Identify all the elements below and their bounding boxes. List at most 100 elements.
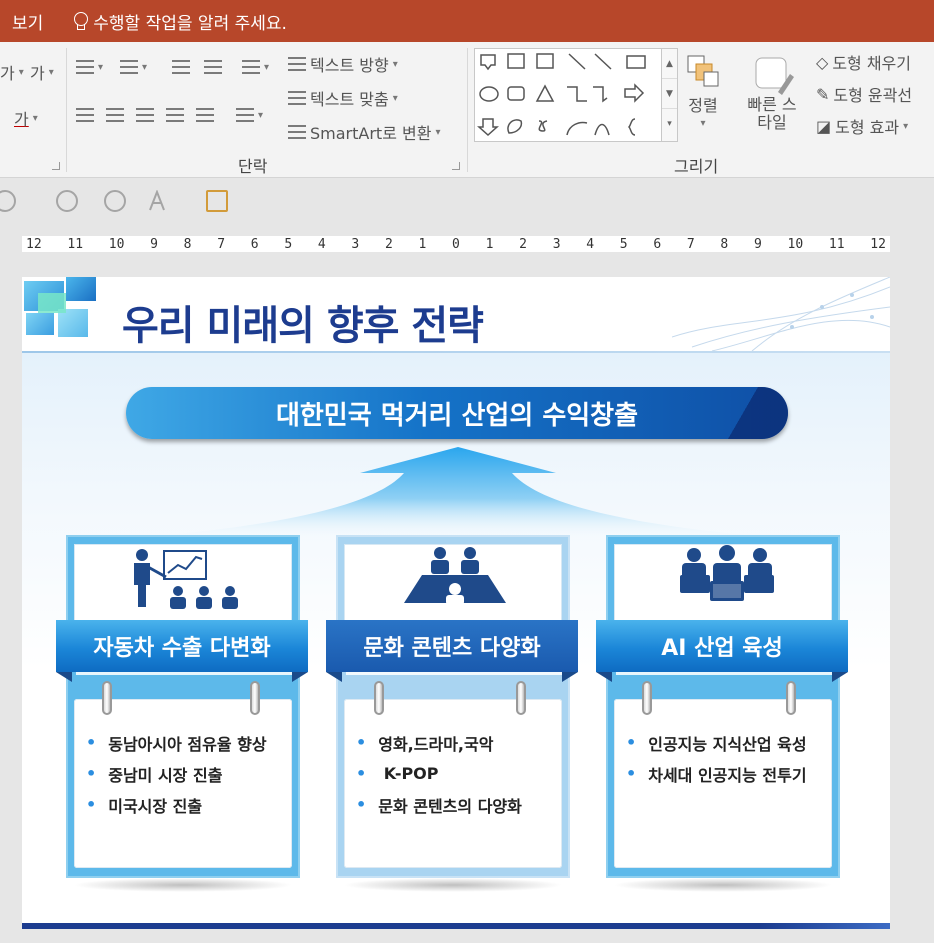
ruler-tick-label: 10: [108, 236, 125, 252]
shapes-gallery[interactable]: ▲ ▼ ▾: [474, 48, 678, 142]
shape-effects-icon: ◪: [816, 116, 832, 136]
title-underline: [22, 351, 890, 353]
lightbulb-icon: [73, 12, 89, 30]
increase-indent-icon: [204, 60, 222, 74]
logo-block-5: [38, 293, 66, 313]
slide[interactable]: 우리 미래의 향후 전략 대한민국 먹거리 산업의 수익창출 자동차 수출 다변…: [22, 277, 890, 929]
paragraph-group-label: 단락: [238, 157, 268, 176]
binder-ring: [102, 681, 112, 715]
goal-pill[interactable]: 대한민국 먹거리 산업의 수익창출: [126, 387, 788, 439]
decrease-indent-icon: [172, 60, 190, 74]
chevron-down-icon: ▾: [32, 112, 38, 124]
format-painter-icon[interactable]: [206, 190, 228, 212]
gallery-more-icon[interactable]: ▾: [662, 109, 677, 139]
drawing-group-label: 그리기: [674, 157, 719, 176]
columns-button[interactable]: ▾: [236, 108, 263, 122]
binder-ring: [250, 681, 260, 715]
align-left-button[interactable]: [76, 108, 94, 122]
text-effects-icon[interactable]: [146, 189, 168, 212]
ruler-tick-label: 1: [485, 236, 494, 252]
quick-styles-button[interactable]: 빠른 스타일: [742, 52, 802, 132]
char-spacing-button[interactable]: 가 ▾: [0, 60, 24, 84]
increase-indent-button[interactable]: [204, 60, 222, 74]
text-direction-button[interactable]: 텍스트 방향 ▾: [288, 52, 398, 76]
numbering-button[interactable]: ▾: [120, 60, 147, 74]
column-heading-auto[interactable]: 자동차 수출 다변화: [56, 620, 308, 672]
align-right-button[interactable]: [136, 108, 154, 122]
shape-icon-1[interactable]: [0, 190, 16, 212]
text-direction-label: 텍스트 방향: [310, 56, 389, 75]
ruler-tick-label: 11: [828, 236, 845, 252]
justify-button[interactable]: [166, 108, 184, 122]
chevron-down-icon: ▾: [264, 61, 270, 73]
align-center-icon: [106, 108, 124, 122]
shape-outline-button[interactable]: ✎ 도형 윤곽선: [816, 82, 912, 106]
text-direction-icon: [288, 57, 306, 71]
shape-effects-button[interactable]: ◪ 도형 효과 ▾: [816, 114, 908, 138]
binder-ring: [374, 681, 384, 715]
ruler-tick-label: 8: [183, 236, 192, 252]
binder-ring: [516, 681, 526, 715]
network-lines-decoration: [672, 277, 890, 352]
pen-icon: ✎: [816, 84, 830, 104]
tab-view[interactable]: 보기: [12, 9, 43, 34]
gallery-scrollbar[interactable]: ▲ ▼ ▾: [661, 49, 677, 141]
scroll-up-icon[interactable]: ▲: [662, 49, 677, 79]
ruler-tick-label: 5: [284, 236, 293, 252]
align-text-label: 텍스트 맞춤: [310, 90, 389, 109]
line-spacing-button[interactable]: ▾: [242, 60, 269, 74]
tell-me-text: 수행할 작업을 알려 주세요.: [93, 13, 287, 34]
logo-block-4: [58, 309, 88, 337]
up-arrow-graphic: [92, 447, 822, 541]
bullet-list-ai[interactable]: 인공지능 지식산업 육성 차세대 인공지능 전투기: [626, 727, 806, 789]
bullet-list-culture[interactable]: 영화,드라마,국악 K-POP 문화 콘텐츠의 다양화: [356, 727, 522, 820]
numbering-icon: [120, 60, 138, 74]
bullets-button[interactable]: ▾: [76, 60, 103, 74]
column-heading-culture[interactable]: 문화 콘텐츠 다양화: [326, 620, 578, 672]
justify-icon: [166, 108, 184, 122]
arrange-button[interactable]: 정렬 ▾: [686, 54, 720, 129]
goal-text: 대한민국 먹거리 산업의 수익창출: [275, 400, 639, 431]
list-item: 문화 콘텐츠의 다양화: [356, 789, 522, 820]
ruler-tick-label: 9: [753, 236, 762, 252]
align-right-icon: [136, 108, 154, 122]
ruler-tick-label: 4: [586, 236, 595, 252]
ruler-tick-label: 12: [26, 236, 42, 252]
shape-icon-2[interactable]: [56, 190, 78, 212]
ruler-tick-label: 7: [686, 236, 695, 252]
shape-outline-label: 도형 윤곽선: [833, 86, 913, 105]
bullets-icon: [76, 60, 94, 74]
paragraph-dialog-launcher-icon[interactable]: [452, 162, 460, 170]
presentation-icon: [134, 549, 238, 609]
font-color-button[interactable]: 가 ▾: [14, 106, 38, 130]
ruler-tick-label: 6: [250, 236, 259, 252]
shape-icon-3[interactable]: [104, 190, 126, 212]
align-text-icon: [288, 91, 306, 105]
slide-title[interactable]: 우리 미래의 향후 전략: [122, 293, 484, 351]
align-center-button[interactable]: [106, 108, 124, 122]
smartart-button[interactable]: SmartArt로 변환 ▾: [288, 120, 440, 144]
paint-bucket-icon: ◇: [816, 52, 829, 72]
tell-me-box[interactable]: 수행할 작업을 알려 주세요.: [73, 9, 287, 34]
chevron-down-icon: ▾: [258, 109, 264, 121]
ruler-tick-label: 9: [150, 236, 158, 252]
char-spacing-glyph: 가: [0, 64, 15, 83]
bullet-list-auto[interactable]: 동남아시아 점유율 향상 중남미 시장 진출 미국시장 진출: [86, 727, 267, 820]
decrease-indent-button[interactable]: [172, 60, 190, 74]
list-item: 중남미 시장 진출: [86, 758, 267, 789]
distribute-button[interactable]: [196, 108, 214, 122]
ruler-tick-label: 2: [519, 236, 527, 252]
align-text-button[interactable]: 텍스트 맞춤 ▾: [288, 86, 398, 110]
ruler-tick-label: 1: [418, 236, 427, 252]
change-case-button[interactable]: 가 ▾: [30, 60, 54, 84]
font-dialog-launcher-icon[interactable]: [52, 162, 60, 170]
card-shadow: [73, 878, 293, 892]
chevron-down-icon: ▾: [700, 118, 706, 129]
list-item: 차세대 인공지능 전투기: [626, 758, 806, 789]
column-heading-ai[interactable]: AI 산업 육성: [596, 620, 848, 672]
arrange-icon: [687, 55, 719, 87]
chevron-down-icon: ▾: [392, 58, 398, 70]
ruler-tick-label: 4: [317, 236, 326, 252]
scroll-down-icon[interactable]: ▼: [662, 79, 677, 109]
shape-fill-button[interactable]: ◇ 도형 채우기: [816, 50, 911, 74]
